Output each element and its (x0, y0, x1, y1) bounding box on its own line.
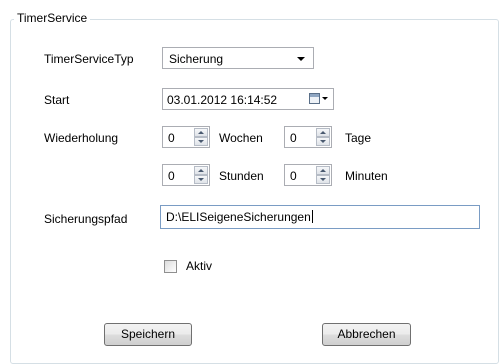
active-label[interactable]: Aktiv (186, 259, 212, 273)
start-datetime-value: 03.01.2012 16:14:52 (167, 93, 278, 107)
hours-down-arrow-icon[interactable] (194, 175, 208, 184)
timer-type-label: TimerServiceTyp (44, 52, 134, 66)
text-caret (311, 210, 313, 223)
timerservice-groupbox (10, 19, 499, 364)
cancel-button[interactable]: Abbrechen (322, 323, 411, 346)
save-button[interactable]: Speichern (104, 323, 192, 346)
calendar-icon (309, 93, 320, 104)
start-datetime-picker[interactable]: 03.01.2012 16:14:52 (162, 88, 334, 110)
hours-up-arrow-icon[interactable] (194, 166, 208, 175)
timer-type-combobox[interactable]: Sicherung (162, 47, 314, 69)
timer-type-selected: Sicherung (169, 52, 224, 66)
minutes-value: 0 (290, 169, 297, 183)
minutes-down-arrow-icon[interactable] (316, 175, 330, 184)
days-up-arrow-icon[interactable] (316, 128, 330, 137)
days-value: 0 (290, 131, 297, 145)
minutes-up-arrow-icon[interactable] (316, 166, 330, 175)
backup-path-label: Sicherungspfad (44, 212, 128, 226)
weeks-spinner[interactable]: 0 (162, 126, 210, 148)
minutes-unit-label: Minuten (345, 169, 388, 183)
weeks-up-arrow-icon[interactable] (194, 128, 208, 137)
chevron-down-icon (297, 57, 305, 61)
days-unit-label: Tage (345, 131, 372, 145)
weeks-down-arrow-icon[interactable] (194, 137, 208, 146)
active-checkbox[interactable] (164, 260, 177, 273)
calendar-dropdown-button[interactable] (309, 93, 329, 106)
backup-path-value: D:\ELISeigeneSicherungen (166, 210, 311, 224)
chevron-down-icon (322, 97, 328, 100)
start-label: Start (44, 93, 70, 107)
hours-unit-label: Stunden (219, 169, 264, 183)
weeks-unit-label: Wochen (219, 131, 263, 145)
hours-value: 0 (168, 169, 175, 183)
repeat-label: Wiederholung (44, 131, 119, 145)
minutes-spinner[interactable]: 0 (284, 164, 332, 186)
days-spinner[interactable]: 0 (284, 126, 332, 148)
weeks-value: 0 (168, 131, 175, 145)
days-down-arrow-icon[interactable] (316, 137, 330, 146)
backup-path-input[interactable]: D:\ELISeigeneSicherungen (160, 205, 480, 229)
groupbox-title: TimerService (14, 11, 91, 25)
hours-spinner[interactable]: 0 (162, 164, 210, 186)
